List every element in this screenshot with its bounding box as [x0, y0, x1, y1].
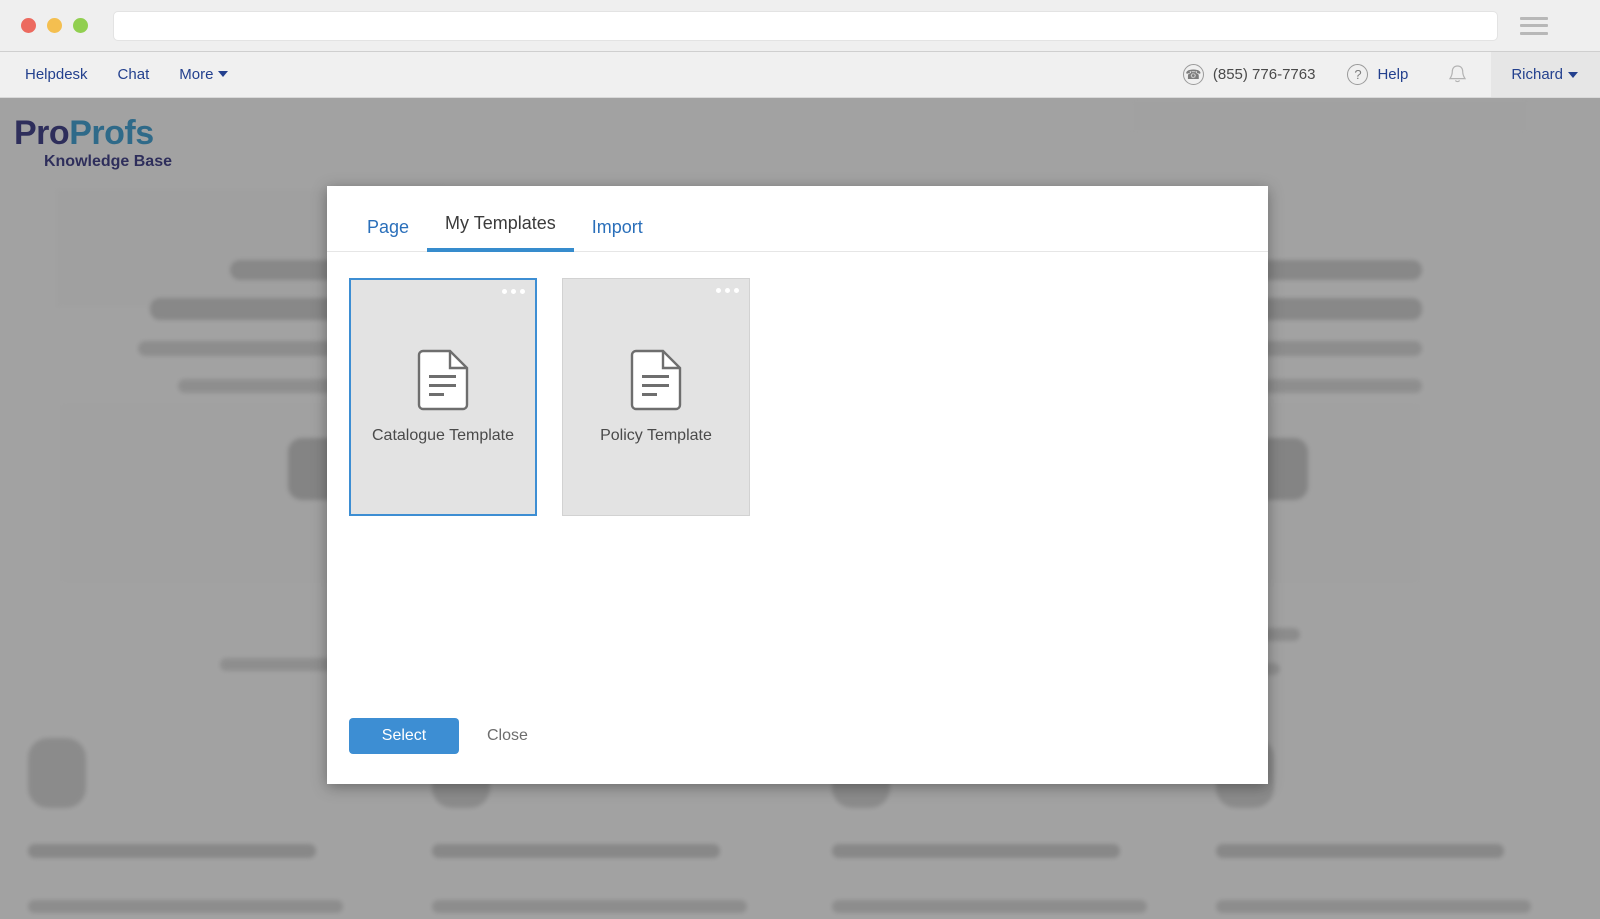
notifications-button[interactable] [1424, 64, 1491, 85]
close-button[interactable]: Close [473, 727, 542, 745]
document-icon [417, 349, 469, 411]
help-label: Help [1377, 66, 1409, 83]
hamburger-icon[interactable] [1520, 15, 1548, 37]
support-phone[interactable]: ☎ (855) 776-7763 [1167, 64, 1332, 85]
bell-icon [1449, 65, 1467, 83]
nav-right-group: ☎ (855) 776-7763 ? Help Richard [1167, 52, 1600, 97]
template-picker-modal: Page My Templates Import Catalogue Templ… [327, 186, 1268, 784]
nav-links: Helpdesk Chat More [10, 66, 243, 83]
modal-footer: Select Close [327, 718, 1268, 784]
select-button[interactable]: Select [349, 718, 459, 754]
template-card-label: Catalogue Template [371, 427, 515, 444]
phone-icon: ☎ [1182, 64, 1204, 85]
help-link[interactable]: ? Help [1331, 64, 1424, 85]
window-controls [21, 18, 88, 33]
document-icon [630, 349, 682, 411]
template-card-label: Policy Template [600, 427, 712, 444]
browser-chrome [0, 0, 1600, 52]
tab-my-templates[interactable]: My Templates [427, 201, 574, 252]
chevron-down-icon [1568, 71, 1578, 78]
user-menu[interactable]: Richard [1491, 52, 1600, 97]
question-circle-icon: ? [1347, 64, 1369, 85]
nav-link-chat[interactable]: Chat [103, 66, 165, 83]
template-card-list: Catalogue Template Policy Template [349, 278, 1246, 516]
close-window-button[interactable] [21, 18, 36, 33]
address-bar[interactable] [113, 10, 1498, 41]
nav-link-helpdesk[interactable]: Helpdesk [10, 66, 103, 83]
chevron-down-icon [218, 71, 229, 77]
more-dots-icon[interactable] [716, 288, 739, 293]
nav-link-more[interactable]: More [164, 66, 243, 83]
user-name: Richard [1511, 66, 1563, 83]
modal-content: Catalogue Template Policy Template [327, 252, 1268, 718]
support-phone-number: (855) 776-7763 [1212, 66, 1316, 83]
minimize-window-button[interactable] [47, 18, 62, 33]
nav-link-more-label: More [179, 66, 214, 83]
app-top-nav: Helpdesk Chat More ☎ (855) 776-7763 ? He… [0, 52, 1600, 98]
template-card-policy[interactable]: Policy Template [562, 278, 750, 516]
tab-import[interactable]: Import [574, 205, 661, 252]
template-card-catalogue[interactable]: Catalogue Template [349, 278, 537, 516]
maximize-window-button[interactable] [73, 18, 88, 33]
modal-tabs: Page My Templates Import [327, 200, 1268, 252]
tab-page[interactable]: Page [349, 205, 427, 252]
more-dots-icon[interactable] [502, 289, 525, 294]
